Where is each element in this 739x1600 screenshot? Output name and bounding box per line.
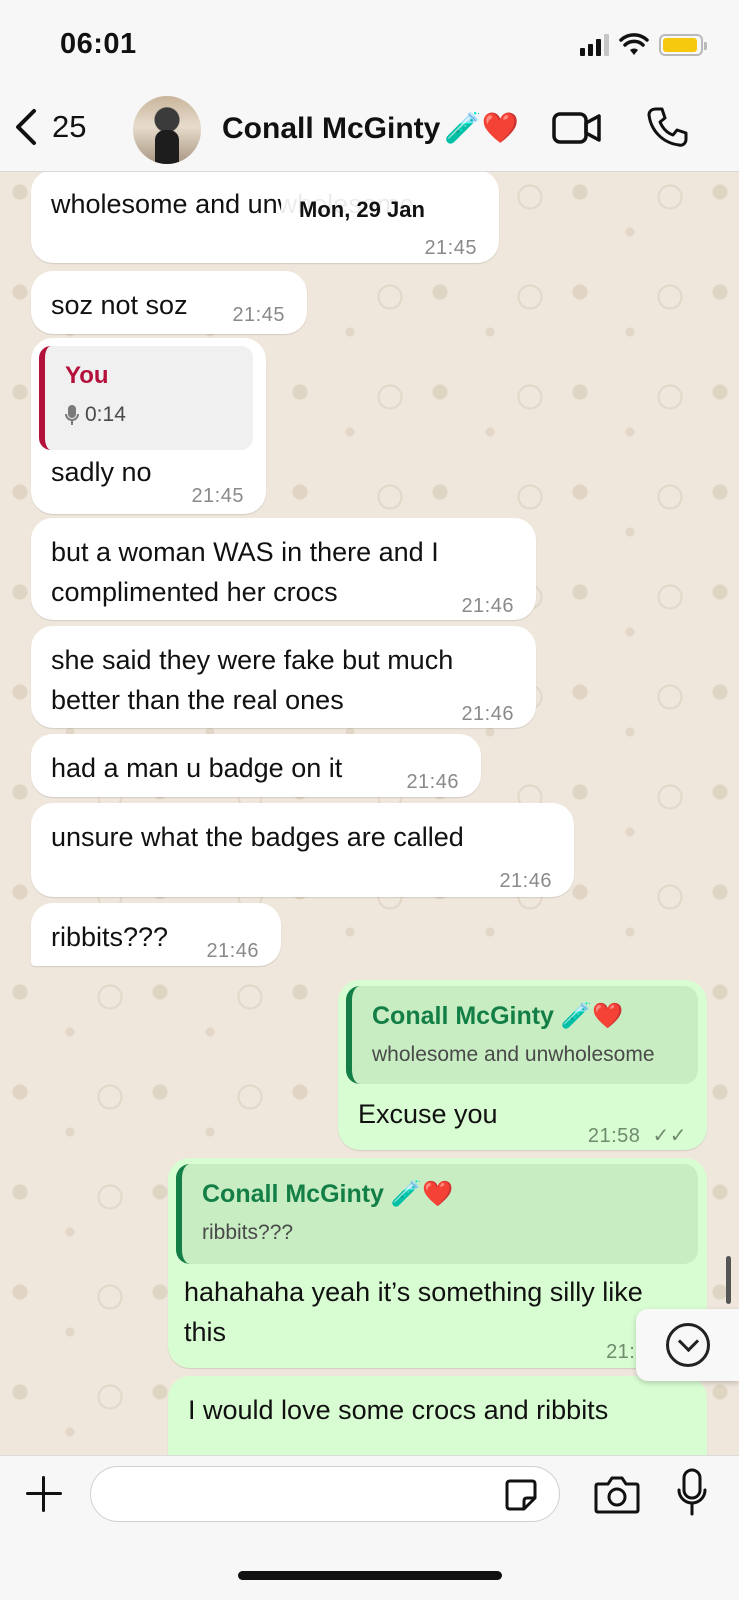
message-text: Excuse you [358, 1099, 498, 1129]
incoming-message[interactable]: You 0:14 sadly no 21:45 [31, 338, 266, 514]
attach-plus-icon[interactable] [24, 1474, 64, 1514]
message-text: I would love some crocs and ribbits [188, 1395, 609, 1425]
phone-icon[interactable] [646, 106, 688, 148]
message-text: hahahaha yeah it’s something silly like … [184, 1277, 643, 1347]
quote-voice-note: 0:14 [65, 400, 233, 430]
message-text: she said they were fake but much better … [51, 645, 454, 715]
message-time: 21:46 [499, 870, 552, 892]
date-pill: Mon, 29 Jan [281, 193, 443, 227]
camera-icon[interactable] [594, 1474, 640, 1514]
microphone-icon [65, 405, 79, 425]
back-button[interactable]: 25 [14, 108, 86, 146]
message-time: 21:45 [232, 304, 285, 326]
chevron-left-icon [16, 109, 36, 145]
chat-area[interactable]: Mon, 29 Jan wholesome and unwholesome 21… [0, 172, 739, 1455]
avatar[interactable] [133, 96, 201, 164]
outgoing-message[interactable]: I would love some crocs and ribbits [168, 1376, 707, 1455]
incoming-message[interactable]: unsure what the badges are called 21:46 [31, 803, 574, 897]
home-indicator[interactable] [238, 1571, 502, 1580]
message-text: had a man u badge on it [51, 753, 343, 783]
incoming-message[interactable]: soz not soz 21:45 [31, 271, 307, 334]
battery-icon [659, 34, 707, 56]
message-time: 21:46 [461, 703, 514, 725]
message-time: 21:46 [206, 940, 259, 962]
incoming-message[interactable]: but a woman WAS in there and I complimen… [31, 518, 536, 620]
contact-name[interactable]: Conall McGinty 🧪❤️ [222, 111, 519, 146]
unread-count: 25 [52, 109, 87, 144]
chat-header: 06:01 25 Conall McGinty 🧪❤️ [0, 0, 739, 172]
incoming-message[interactable]: she said they were fake but much better … [31, 626, 536, 728]
name-emoji: 🧪❤️ [444, 112, 520, 145]
chevron-down-icon [666, 1323, 710, 1367]
quoted-message[interactable]: Conall McGinty 🧪❤️ ribbits??? [176, 1164, 698, 1264]
message-time: 21:45 [191, 485, 244, 507]
message-time: 21:45 [424, 237, 477, 259]
message-time: 21:46 [461, 595, 514, 617]
message-text: sadly no [51, 457, 152, 487]
message-input[interactable] [90, 1466, 560, 1522]
message-text: soz not soz [51, 290, 188, 320]
quote-text: wholesome and unwholesome [372, 1043, 655, 1066]
quote-text: ribbits??? [202, 1221, 294, 1244]
message-text: but a woman WAS in there and I complimen… [51, 537, 439, 607]
signal-icon [580, 34, 609, 56]
message-text: ribbits??? [51, 922, 169, 952]
quote-author: Conall McGinty 🧪❤️ [202, 1180, 454, 1208]
composer [0, 1455, 739, 1600]
video-call-icon[interactable] [552, 110, 602, 146]
incoming-message[interactable]: ribbits??? 21:46 [31, 903, 281, 966]
scrollbar[interactable] [726, 1256, 731, 1304]
quote-author: Conall McGinty 🧪❤️ [372, 1002, 624, 1030]
outgoing-message[interactable]: Conall McGinty 🧪❤️ ribbits??? hahahaha y… [168, 1158, 707, 1368]
outgoing-message[interactable]: Conall McGinty 🧪❤️ wholesome and unwhole… [338, 980, 707, 1150]
message-time: 21:58 ✓✓ [587, 1125, 687, 1147]
status-time: 06:01 [60, 28, 137, 60]
quoted-message[interactable]: You 0:14 [39, 346, 253, 450]
message-time: 21:46 [406, 771, 459, 793]
message-text: unsure what the badges are called [51, 822, 464, 852]
sticker-icon[interactable] [504, 1478, 538, 1512]
read-ticks-icon: ✓✓ [652, 1125, 687, 1147]
scroll-to-bottom-button[interactable] [636, 1309, 739, 1381]
quoted-message[interactable]: Conall McGinty 🧪❤️ wholesome and unwhole… [346, 986, 698, 1084]
quote-author: You [65, 362, 109, 389]
incoming-message[interactable]: had a man u badge on it 21:46 [31, 734, 481, 797]
microphone-icon[interactable] [676, 1468, 708, 1518]
wifi-icon [619, 33, 649, 55]
status-icons [580, 30, 707, 60]
